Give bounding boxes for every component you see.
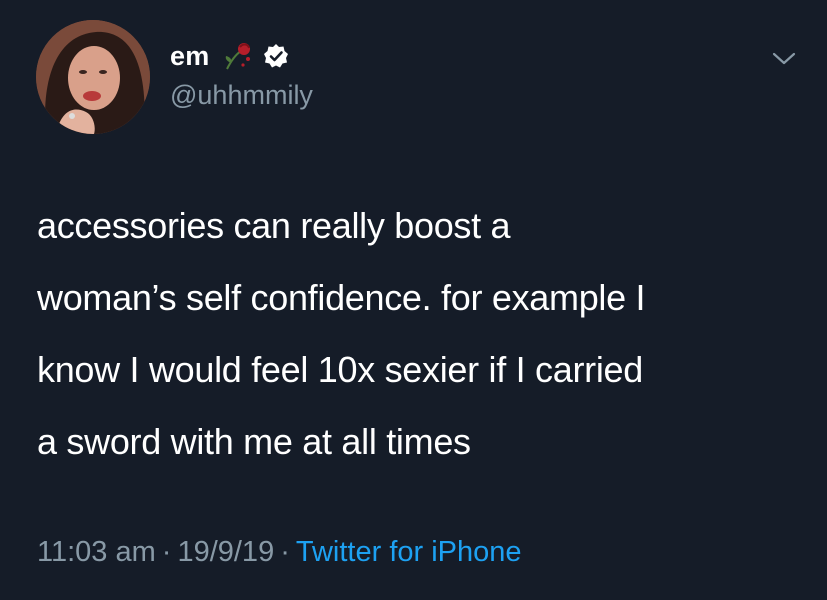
tweet-card: em @uhhmmily accessories can really boos… xyxy=(0,0,827,600)
tweet-text-line: know I would feel 10x sexier if I carrie… xyxy=(37,349,643,390)
meta-separator: · xyxy=(161,536,172,568)
tweet-time[interactable]: 11:03 am xyxy=(37,536,156,568)
display-name[interactable]: em xyxy=(170,41,209,72)
tweet-text: accessories can really boost a woman’s s… xyxy=(37,190,807,478)
meta-separator: · xyxy=(280,536,290,568)
user-handle[interactable]: @uhhmmily xyxy=(170,80,313,111)
tweet-date[interactable]: 19/9/19 xyxy=(177,536,274,568)
tweet-meta: 11:03 am · 19/9/19 · Twitter for iPhone xyxy=(37,536,522,569)
name-row: em xyxy=(170,34,313,78)
avatar[interactable] xyxy=(36,20,150,134)
chevron-down-icon[interactable] xyxy=(771,50,797,68)
avatar-photo xyxy=(36,20,150,134)
wilted-rose-icon xyxy=(221,39,255,73)
tweet-text-line: a sword with me at all times xyxy=(37,421,471,462)
tweet-source-link[interactable]: Twitter for iPhone xyxy=(296,536,522,568)
tweet-text-line: woman’s self confidence. for example I xyxy=(37,277,646,318)
tweet-text-line: accessories can really boost a xyxy=(37,205,511,246)
verified-badge-icon xyxy=(263,43,289,69)
user-info: em @uhhmmily xyxy=(170,34,313,111)
